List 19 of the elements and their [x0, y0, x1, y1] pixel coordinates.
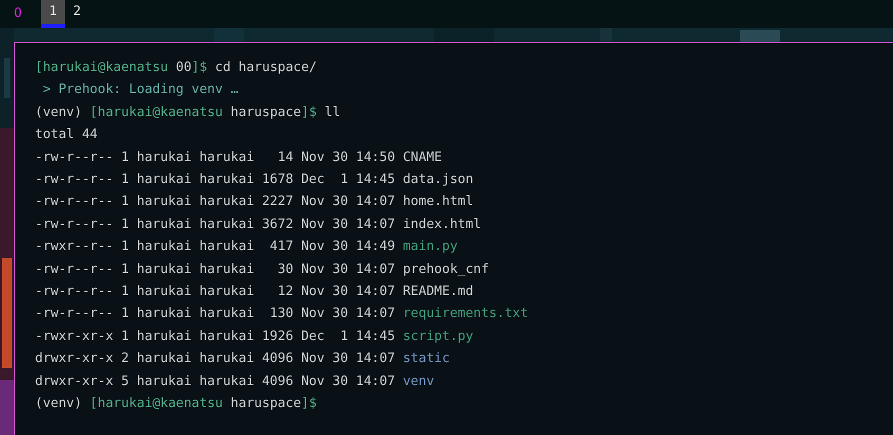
status-indicator: O [14, 5, 23, 23]
terminal-line: total 44 [35, 126, 98, 144]
workspace-tab[interactable]: 1 [41, 0, 65, 28]
terminal-line: -rw-r--r-- 1 harukai harukai 30 Nov 30 14:07 prehook_cnf [35, 260, 489, 279]
terminal-line: -rw-r--r-- 1 harukai harukai 3672 Nov 30 14:07 index.html [35, 216, 482, 234]
workspace-tab[interactable]: 2 [65, 0, 89, 28]
terminal-line: (venv) [harukai@kaenatsu haruspace]$ [35, 395, 317, 414]
terminal-line: -rwxr--r-- 1 harukai harukai 417 Nov 30 14:49 main.py [35, 238, 458, 256]
terminal-line: [harukai@kaenatsu 00]$ cd haruspace/ [35, 59, 317, 77]
terminal-line: -rw-r--r-- 1 harukai harukai 1678 Dec 1 14:45 data.json [35, 171, 474, 190]
terminal-line: (venv) [harukai@kaenatsu haruspace]$ ll [35, 104, 340, 122]
terminal-line: drwxr-xr-x 5 harukai harukai 4096 Nov 30 14:07 venv [35, 372, 434, 391]
terminal-line: -rw-r--r-- 1 harukai harukai 130 Nov 30 14:07 requirements.txt [35, 305, 528, 324]
terminal-line: -rw-r--r-- 1 harukai harukai 12 Nov 30 14:07 README.md [35, 283, 474, 302]
terminal-line: drwxr-xr-x 2 harukai harukai 4096 Nov 30 14:07 static [35, 350, 450, 368]
terminal-line: -rw-r--r-- 1 harukai harukai 14 Nov 30 14:50 CNAME [35, 148, 442, 167]
terminal-line: -rw-r--r-- 1 harukai harukai 2227 Nov 30 14:07 home.html [35, 193, 474, 212]
terminal-line: -rwxr-xr-x 1 harukai harukai 1926 Dec 1 14:45 script.py [35, 328, 474, 346]
terminal-line: > Prehook: Loading venv … [42, 81, 238, 100]
